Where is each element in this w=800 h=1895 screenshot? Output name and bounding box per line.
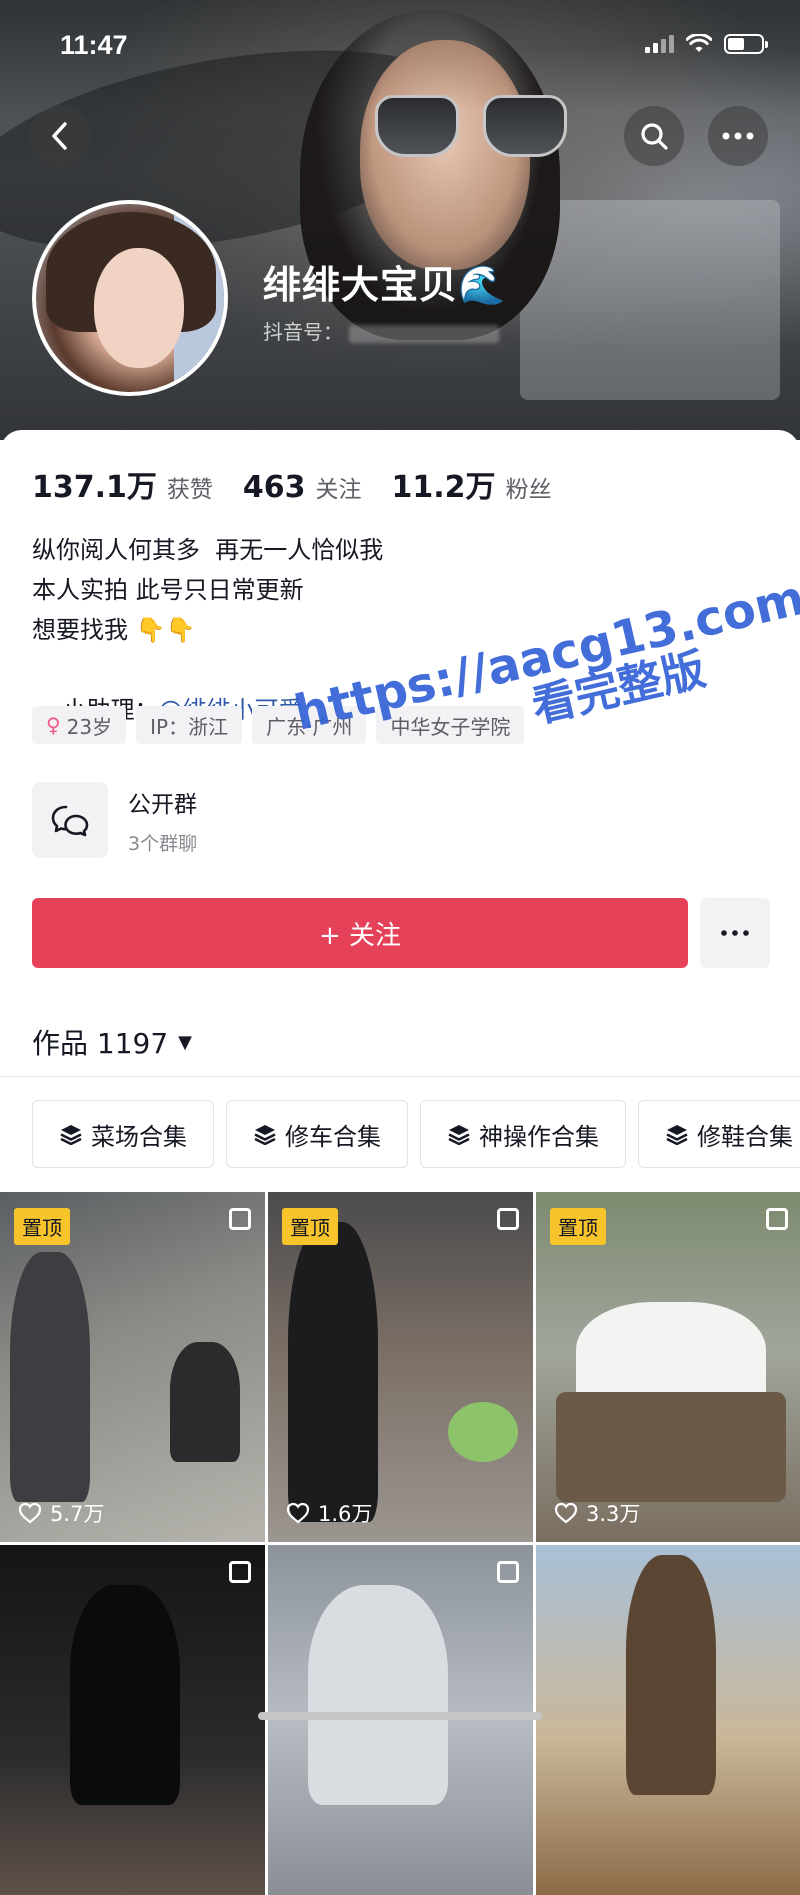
- video-thumbnail[interactable]: 置顶 5.7万: [0, 1192, 265, 1542]
- battery-icon: [724, 34, 768, 54]
- search-button[interactable]: [624, 106, 684, 166]
- heart-icon: [554, 1502, 578, 1524]
- group-icon-box: [32, 782, 108, 858]
- douyin-id-value-blurred: [349, 324, 500, 343]
- video-likes: 1.6万: [286, 1498, 372, 1528]
- video-thumbnail[interactable]: [0, 1545, 265, 1895]
- public-group-entry[interactable]: 公开群 3个群聊: [32, 782, 197, 858]
- stat-following[interactable]: 463 关注: [243, 470, 362, 505]
- douyin-id-label: 抖音号：: [263, 320, 343, 344]
- pinned-badge: 置顶: [282, 1208, 338, 1245]
- heart-icon: [18, 1502, 42, 1524]
- status-icons: [645, 34, 768, 54]
- multi-image-icon: [497, 1208, 519, 1230]
- stats-row: 137.1万 获赞 463 关注 11.2万 粉丝: [32, 462, 552, 506]
- collection-chip[interactable]: 神操作合集: [420, 1100, 626, 1168]
- bio-line: 想要找我 👇👇: [32, 616, 196, 644]
- heart-icon: [286, 1502, 310, 1524]
- follow-more-button[interactable]: [700, 898, 770, 968]
- multi-image-icon: [229, 1208, 251, 1230]
- video-grid: 置顶 5.7万 置顶 1.6万 置顶 3.3万: [0, 1192, 800, 1895]
- more-dots-icon: [721, 930, 749, 936]
- video-thumbnail[interactable]: [536, 1545, 800, 1895]
- pinned-badge: 置顶: [14, 1208, 70, 1245]
- tag-ip: IP：浙江: [136, 706, 243, 744]
- pinned-badge: 置顶: [550, 1208, 606, 1245]
- bio-line: 纵你阅人何其多 再无一人恰似我: [32, 536, 384, 564]
- collections-row: 菜场合集 修车合集 神操作合集 修鞋合集: [32, 1100, 800, 1168]
- multi-image-icon: [766, 1208, 788, 1230]
- video-likes: 5.7万: [18, 1498, 104, 1528]
- layers-icon: [448, 1125, 470, 1145]
- group-subtitle: 3个群聊: [128, 832, 198, 855]
- video-thumbnail[interactable]: 置顶 1.6万: [268, 1192, 533, 1542]
- search-icon: [641, 123, 668, 150]
- home-indicator[interactable]: [258, 1712, 542, 1720]
- stat-likes[interactable]: 137.1万 获赞: [32, 462, 213, 506]
- collection-chip[interactable]: 修车合集: [226, 1100, 408, 1168]
- video-likes: 3.3万: [554, 1498, 640, 1528]
- female-icon: ♀: [46, 713, 61, 737]
- multi-image-icon: [497, 1561, 519, 1583]
- status-time: 11:47: [60, 30, 128, 60]
- collection-chip[interactable]: 修鞋合集: [638, 1100, 800, 1168]
- works-tab[interactable]: 作品 1197 ▼: [32, 1022, 192, 1062]
- avatar[interactable]: [32, 200, 228, 396]
- bio-line: 本人实拍 此号只日常更新: [32, 576, 304, 604]
- video-thumbnail[interactable]: [268, 1545, 533, 1895]
- layers-icon: [254, 1125, 276, 1145]
- works-label: 作品 1197: [32, 1027, 169, 1060]
- profile-name: 绯绯大宝贝🌊: [263, 263, 507, 307]
- more-options-button[interactable]: [708, 106, 768, 166]
- wifi-icon: [686, 34, 712, 52]
- follow-button[interactable]: + 关注: [32, 898, 688, 968]
- stat-followers[interactable]: 11.2万 粉丝: [392, 462, 552, 506]
- video-thumbnail[interactable]: 置顶 3.3万: [536, 1192, 800, 1542]
- divider: [0, 1076, 800, 1077]
- group-title: 公开群: [128, 791, 197, 818]
- layers-icon: [60, 1125, 82, 1145]
- multi-image-icon: [229, 1561, 251, 1583]
- chat-bubble-icon: [51, 805, 89, 837]
- layers-icon: [666, 1125, 688, 1145]
- chevron-left-icon: [52, 122, 67, 150]
- more-dots-icon: [722, 132, 754, 140]
- back-button[interactable]: [30, 106, 90, 166]
- cellular-signal-icon: [645, 35, 674, 53]
- collection-chip[interactable]: 菜场合集: [32, 1100, 214, 1168]
- tag-age: ♀ 23岁: [32, 706, 127, 744]
- caret-down-icon: ▼: [178, 1031, 193, 1053]
- douyin-id[interactable]: 抖音号：: [263, 316, 500, 345]
